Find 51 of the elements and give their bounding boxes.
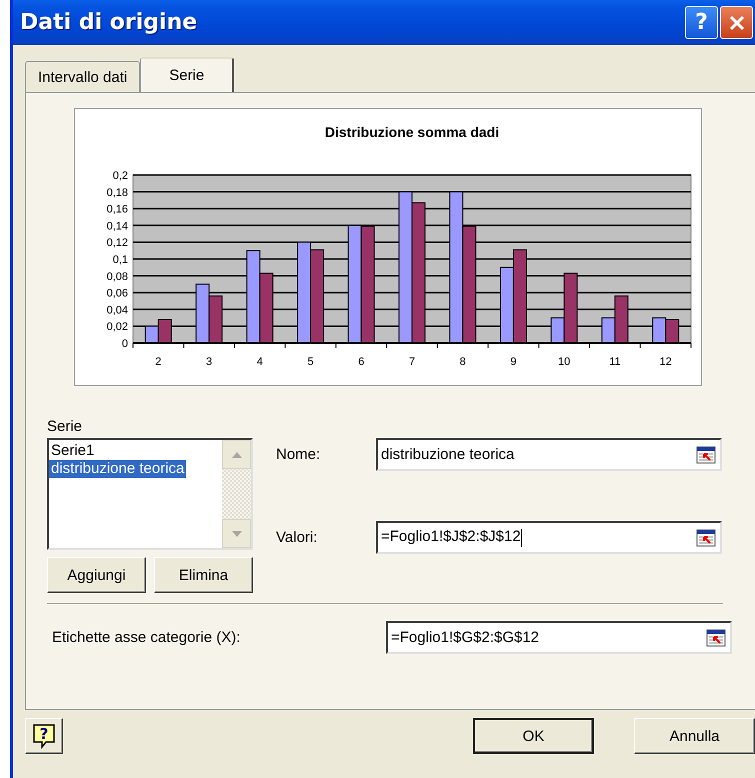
input-field[interactable]: =Foglio1!$G$2:$G$12 [386, 621, 732, 654]
tab[interactable]: Serie [140, 57, 234, 92]
tab[interactable]: Intervallo dati [25, 61, 140, 92]
list-item[interactable]: distribuzione teorica [49, 460, 186, 478]
section-label: Serie [47, 418, 84, 435]
y-tick-label: 0,2 [112, 170, 128, 182]
y-tick-label: 0,04 [106, 304, 128, 316]
dialog-button[interactable]: Annulla [634, 718, 755, 754]
up-arrow-icon [232, 452, 242, 458]
series-button[interactable]: Elimina [154, 557, 253, 593]
close-button[interactable] [720, 6, 753, 39]
y-tick-label: 0,08 [106, 270, 128, 283]
y-tick-label: 0,1 [112, 254, 128, 266]
chart-title: Distribuzione somma dadi [324, 124, 500, 140]
x-tick-label: 9 [510, 356, 517, 368]
x-tick-label: 6 [358, 356, 364, 368]
series-list[interactable]: Serie1 distribuzione teorica [47, 438, 253, 550]
field-label: Valori: [276, 529, 318, 546]
y-tick-label: 0,12 [106, 237, 128, 250]
x-tick-label: 4 [256, 356, 263, 368]
scrollbar[interactable] [222, 440, 251, 548]
help-button[interactable]: ? [685, 6, 718, 39]
input-field[interactable]: =Foglio1!$J$2:$J$12 [376, 521, 722, 554]
y-tick-label: 0,18 [106, 186, 128, 199]
range-select-icon[interactable] [696, 446, 716, 464]
x-tick-label: 3 [206, 356, 212, 368]
help-button[interactable]: ? [25, 718, 63, 754]
y-tick-label: 0,14 [106, 220, 128, 232]
x-tick-label: 8 [460, 356, 466, 368]
x-tick-label: 12 [660, 356, 672, 368]
range-select-icon[interactable] [696, 528, 716, 546]
field-label: Etichette asse categorie (X): [52, 629, 242, 646]
list-item[interactable]: Serie1 [49, 442, 96, 460]
window-title: Dati di origine [20, 10, 198, 35]
range-select-icon[interactable] [706, 628, 726, 646]
x-tick-label: 2 [155, 356, 162, 368]
y-tick-label: 0 [122, 338, 128, 350]
x-tick-label: 7 [408, 356, 416, 368]
close-icon [728, 14, 746, 32]
down-arrow-icon [232, 530, 242, 536]
y-tick-label: 0,06 [106, 288, 128, 300]
y-tick-label: 0,16 [106, 204, 128, 216]
field-label: Nome: [276, 446, 322, 463]
x-tick-label: 5 [307, 356, 314, 368]
help-bubble-icon: ? [32, 723, 56, 749]
x-tick-label: 10 [558, 356, 570, 368]
dialog-button[interactable]: OK [473, 718, 594, 754]
series-button[interactable]: Aggiungi [47, 557, 146, 593]
x-tick-label: 11 [609, 356, 621, 368]
input-field[interactable]: distribuzione teorica [376, 438, 722, 471]
y-tick-label: 0,02 [106, 321, 128, 334]
